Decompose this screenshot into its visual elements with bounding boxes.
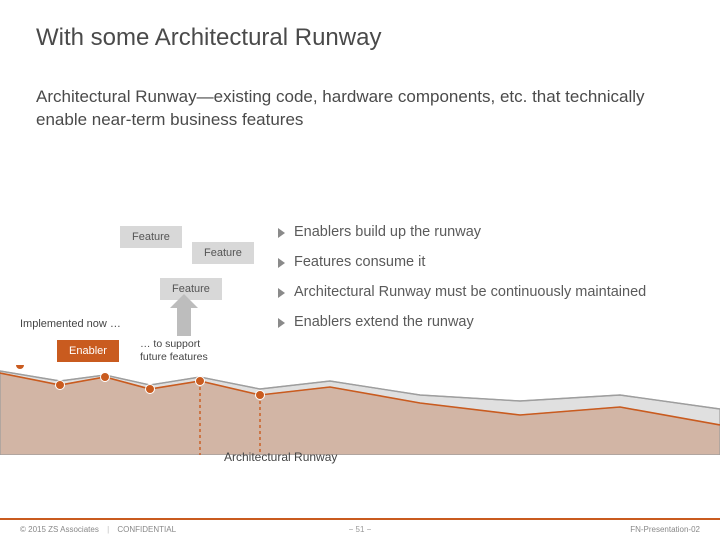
data-marker	[56, 381, 65, 390]
features-area	[0, 371, 720, 455]
slide: With some Architectural Runway Architect…	[0, 0, 720, 540]
data-marker	[256, 391, 265, 400]
data-marker	[146, 385, 155, 394]
feature-box-1: Feature	[120, 226, 182, 248]
enabler-box: Enabler	[57, 340, 119, 362]
footer-separator: |	[107, 525, 109, 534]
footer-left: © 2015 ZS Associates | CONFIDENTIAL	[20, 525, 176, 534]
runway-label: Architectural Runway	[224, 450, 337, 464]
bullet-item: Enablers extend the runway	[278, 314, 698, 330]
bullet-list: Enablers build up the runway Features co…	[278, 224, 698, 344]
bullet-item: Features consume it	[278, 254, 698, 270]
support-line-1: … to support	[140, 338, 200, 350]
footer-confidential: CONFIDENTIAL	[117, 525, 176, 534]
runway-chart	[0, 365, 720, 455]
footer: © 2015 ZS Associates | CONFIDENTIAL − 51…	[0, 518, 720, 540]
data-marker	[196, 377, 205, 386]
arrow-up-icon	[170, 294, 198, 336]
implemented-label: Implemented now …	[20, 318, 121, 330]
footer-copyright: © 2015 ZS Associates	[20, 525, 99, 534]
data-marker	[16, 365, 25, 370]
data-marker	[101, 373, 110, 382]
footer-page: − 51 −	[349, 525, 372, 534]
feature-box-2: Feature	[192, 242, 254, 264]
footer-right: FN-Presentation-02	[630, 525, 700, 534]
support-line-2: future features	[140, 351, 208, 363]
page-subtitle: Architectural Runway—existing code, hard…	[36, 86, 676, 132]
diagram-area: Feature Feature Feature Implemented now …	[0, 170, 720, 450]
bullet-item: Enablers build up the runway	[278, 224, 698, 240]
support-label: … to support future features	[140, 338, 208, 363]
page-title: With some Architectural Runway	[36, 24, 381, 52]
bullet-item: Architectural Runway must be continuousl…	[278, 284, 698, 300]
